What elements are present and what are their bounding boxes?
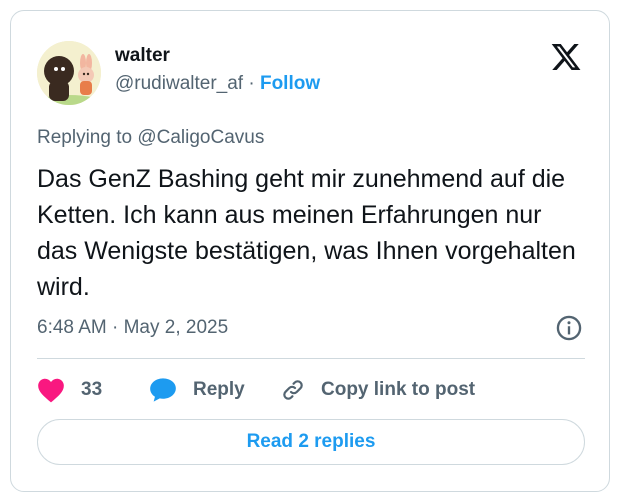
author-name[interactable]: walter xyxy=(115,45,170,67)
divider xyxy=(37,358,585,359)
follow-button[interactable]: Follow xyxy=(260,73,320,94)
avatar[interactable] xyxy=(37,41,101,105)
reply-button[interactable]: Reply xyxy=(149,375,245,405)
info-icon[interactable] xyxy=(555,314,583,342)
timestamp[interactable]: 6:48 AM · May 2, 2025 xyxy=(37,317,228,339)
tweet-text: Das GenZ Bashing geht mir zunehmend auf … xyxy=(37,165,576,301)
link-icon xyxy=(283,380,303,400)
like-count: 33 xyxy=(81,379,103,400)
author-handle-row: @rudiwalter_af · Follow xyxy=(115,73,320,95)
like-button[interactable]: 33 xyxy=(37,375,102,405)
speech-bubble-icon xyxy=(150,378,176,402)
copy-link-button[interactable]: Copy link to post xyxy=(281,375,475,405)
x-logo-icon[interactable] xyxy=(549,41,583,73)
author-handle[interactable]: @rudiwalter_af xyxy=(115,73,243,94)
replying-to[interactable]: Replying to @CaligoCavus xyxy=(37,127,264,149)
copy-link-label: Copy link to post xyxy=(321,379,476,400)
heart-icon xyxy=(38,378,64,403)
reply-label: Reply xyxy=(193,379,245,400)
avatar-image xyxy=(37,41,101,105)
tweet-card: walter @rudiwalter_af · Follow Replying … xyxy=(10,10,610,492)
read-replies-button[interactable]: Read 2 replies xyxy=(37,419,585,465)
separator-dot: · xyxy=(248,73,255,94)
